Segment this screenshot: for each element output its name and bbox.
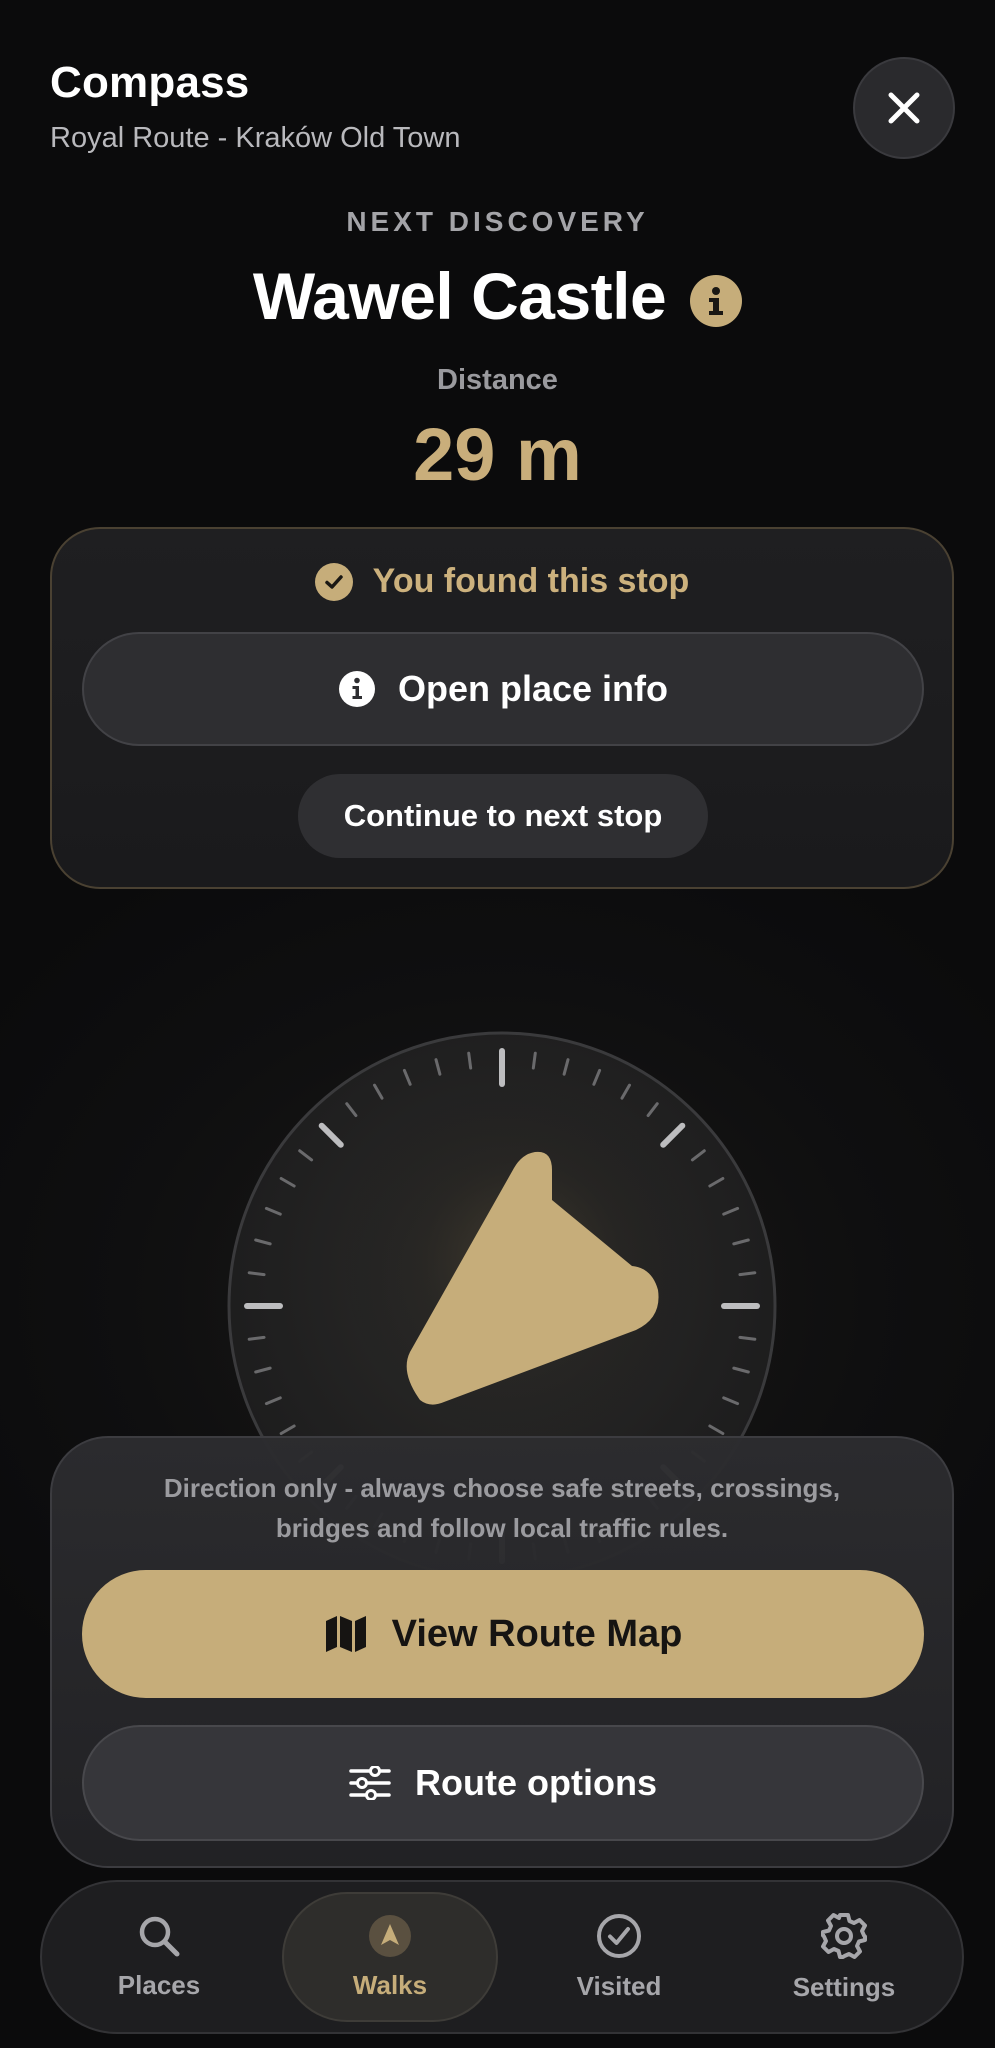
compass-tick [467, 1051, 473, 1070]
compass-tick [279, 1177, 296, 1188]
compass-screen: Compass Royal Route - Kraków Old Town NE… [0, 0, 995, 2048]
navigation-arrow-icon [369, 1914, 411, 1957]
compass-tick [247, 1335, 266, 1341]
compass-tick [373, 1083, 384, 1100]
open-place-info-button[interactable]: Open place info [82, 632, 924, 746]
continue-next-stop-label: Continue to next stop [343, 798, 663, 833]
search-icon [139, 1916, 180, 1956]
compass-tick [738, 1271, 757, 1277]
compass-tick [434, 1058, 442, 1076]
compass-tick [279, 1424, 296, 1435]
continue-next-stop-button[interactable]: Continue to next stop [298, 774, 708, 858]
page-title: Compass [50, 58, 250, 107]
safety-note-line-2: bridges and follow local traffic rules. [275, 1513, 729, 1543]
route-options-label: Route options [415, 1762, 657, 1803]
open-place-info-label: Open place info [397, 668, 669, 709]
view-route-map-label: View Route Map [391, 1612, 683, 1655]
compass-tick [298, 1149, 314, 1162]
compass-tick [620, 1083, 631, 1100]
distance-label: Distance [437, 364, 558, 396]
tab-label-settings: Settings [792, 1971, 896, 2002]
next-discovery-label: NEXT DISCOVERY [346, 206, 649, 237]
place-heading: Wawel Castle [0, 258, 995, 334]
compass-tick [531, 1051, 537, 1070]
found-stop-card: You found this stop Open place info Cont… [50, 527, 954, 889]
safety-note: Direction only - always choose safe stre… [92, 1468, 912, 1548]
info-circle-icon [338, 671, 375, 707]
tab-settings[interactable]: Settings [746, 1882, 942, 2032]
compass-tick [562, 1058, 570, 1076]
found-status-text: You found this stop [372, 562, 690, 600]
compass-tick [708, 1177, 725, 1188]
tab-places[interactable]: Places [64, 1882, 254, 2032]
distance-value: 29 m [413, 413, 582, 496]
close-icon [888, 92, 920, 124]
found-status: You found this stop [52, 562, 952, 601]
compass-tick [732, 1238, 750, 1246]
compass-tick [247, 1271, 266, 1277]
compass-tick [592, 1068, 602, 1086]
compass-tick [708, 1424, 725, 1435]
route-options-button[interactable]: Route options [82, 1725, 924, 1841]
safety-note-line-1: Direction only - always choose safe stre… [163, 1473, 841, 1503]
place-name: Wawel Castle [252, 259, 667, 333]
tab-label-places: Places [117, 1969, 201, 2000]
compass-tick [660, 1122, 686, 1148]
compass-tick [254, 1238, 272, 1246]
place-info-button[interactable] [690, 275, 743, 327]
view-route-map-button[interactable]: View Route Map [82, 1570, 924, 1698]
compass-tick [345, 1102, 358, 1118]
compass-tick [254, 1366, 272, 1374]
map-icon [325, 1616, 366, 1652]
compass-direction-arrow [406, 1151, 659, 1405]
compass-tick [264, 1206, 282, 1216]
compass-tick [738, 1335, 757, 1341]
compass-tick [722, 1396, 740, 1406]
compass-tick [318, 1122, 344, 1148]
compass-tick [264, 1396, 282, 1406]
compass-tick [690, 1149, 706, 1162]
bottom-sheet: Direction only - always choose safe stre… [50, 1436, 954, 1868]
gear-icon [821, 1912, 867, 1959]
tab-walks[interactable]: Walks [282, 1892, 498, 2022]
tab-bar: Places Walks Visited Settings [40, 1880, 964, 2034]
route-subtitle: Royal Route - Kraków Old Town [50, 122, 461, 154]
tab-label-walks: Walks [352, 1969, 428, 2000]
compass-tick [732, 1366, 750, 1374]
compass-tick [722, 1206, 740, 1216]
close-button[interactable] [853, 57, 955, 159]
compass-tick [402, 1068, 412, 1086]
tab-label-visited: Visited [576, 1970, 662, 2001]
tab-visited[interactable]: Visited [524, 1882, 714, 2032]
check-icon [314, 562, 353, 601]
sliders-icon [349, 1766, 391, 1800]
info-icon [709, 287, 724, 315]
check-circle-icon [597, 1913, 641, 1958]
compass-tick [646, 1102, 659, 1118]
